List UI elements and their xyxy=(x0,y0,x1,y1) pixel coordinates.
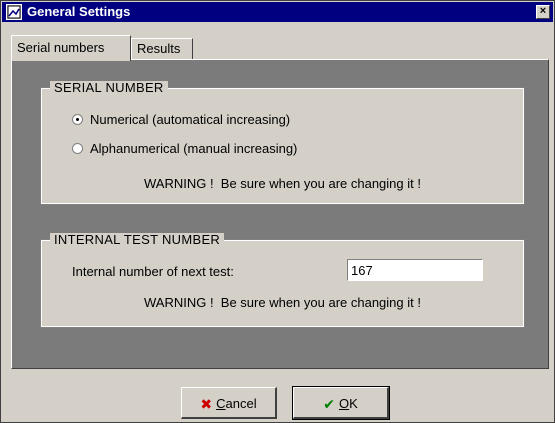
cancel-label: Cancel xyxy=(216,396,256,411)
next-test-number-input[interactable] xyxy=(347,259,483,281)
serial-number-group: SERIAL NUMBER Numerical (automatical inc… xyxy=(40,81,525,205)
check-icon: ✔ xyxy=(323,395,335,412)
tab-serial-numbers[interactable]: Serial numbers xyxy=(11,35,131,61)
internal-test-number-group: INTERNAL TEST NUMBER Internal number of … xyxy=(40,233,525,328)
cancel-button[interactable]: ✖ Cancel xyxy=(181,387,277,419)
group-legend: SERIAL NUMBER xyxy=(50,81,168,95)
label-rest: K xyxy=(349,396,358,411)
label-rest: ancel xyxy=(225,396,257,411)
app-window-icon xyxy=(6,4,22,20)
accelerator-key: O xyxy=(338,396,350,411)
radio-selected-dot xyxy=(76,118,79,121)
ok-button[interactable]: ✔ OK xyxy=(292,386,390,420)
ok-button-content: ✔ OK xyxy=(294,396,387,411)
title-bar[interactable]: General Settings × xyxy=(2,2,553,22)
tab-label: Serial numbers xyxy=(17,40,105,55)
cancel-button-content: ✖ Cancel xyxy=(182,396,275,411)
window-title: General Settings xyxy=(27,4,131,19)
radio-label: Numerical (automatical increasing) xyxy=(90,112,291,127)
tab-results[interactable]: Results xyxy=(131,38,193,60)
radio-button-icon[interactable] xyxy=(72,114,83,125)
tab-panel: SERIAL NUMBER Numerical (automatical inc… xyxy=(11,59,549,369)
x-icon: ✖ xyxy=(200,395,213,412)
radio-button-icon[interactable] xyxy=(72,143,83,154)
close-button[interactable]: × xyxy=(536,5,550,19)
dialog-window: General Settings × Serial numbers Result… xyxy=(0,0,555,423)
ok-label: OK xyxy=(339,396,358,411)
radio-label: Alphanumerical (manual increasing) xyxy=(90,141,298,156)
warning-text: WARNING ! Be sure when you are changing … xyxy=(144,295,421,310)
next-test-label: Internal number of next test: xyxy=(72,264,234,279)
tab-label: Results xyxy=(137,41,181,56)
accelerator-key: C xyxy=(216,396,226,411)
group-legend: INTERNAL TEST NUMBER xyxy=(50,233,225,247)
warning-text: WARNING ! Be sure when you are changing … xyxy=(144,176,421,191)
